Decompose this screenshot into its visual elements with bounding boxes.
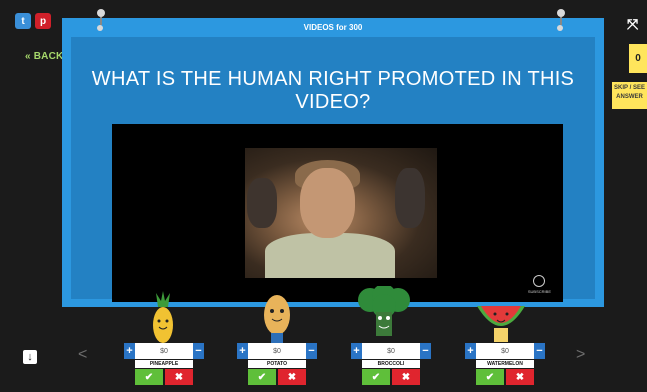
player-name: PINEAPPLE [135,360,193,368]
check-icon[interactable]: ✔ [135,369,163,385]
twitter-icon[interactable]: t [15,13,31,29]
player-panel: + $0 − PINEAPPLE ✔ ✖ [124,343,204,385]
plus-icon[interactable]: + [351,343,362,359]
plus-icon[interactable]: + [465,343,476,359]
bg-person [395,168,425,228]
cross-icon[interactable]: ✖ [506,369,534,385]
player-name: POTATO [248,360,306,368]
pinterest-icon[interactable]: p [35,13,51,29]
minus-icon[interactable]: − [420,343,431,359]
question-board: VIDEOS for 300 WHAT IS THE HUMAN RIGHT P… [62,18,604,307]
cross-icon[interactable]: ✖ [165,369,193,385]
board-panel: WHAT IS THE HUMAN RIGHT PROMOTED IN THIS… [71,37,595,302]
prev-arrow[interactable]: < [78,346,87,364]
score-badge: 0 [629,44,647,73]
double-chevron-left-icon: « [25,51,31,62]
subscribe-watermark[interactable]: SUBSCRIBE [528,275,551,294]
player-panel: + $0 − POTATO ✔ ✖ [237,343,317,385]
back-button[interactable]: «BACK [25,51,63,62]
minus-icon[interactable]: − [534,343,545,359]
check-icon[interactable]: ✔ [248,369,276,385]
boy-face [300,168,355,238]
bg-person [247,178,277,228]
plus-icon[interactable]: + [237,343,248,359]
boy-shirt [265,233,395,278]
player-money: $0 [135,343,193,359]
player-money: $0 [248,343,306,359]
watermelon-character-icon [477,306,525,342]
download-icon[interactable]: ↓ [23,350,37,364]
minus-icon[interactable]: − [306,343,317,359]
check-icon[interactable]: ✔ [362,369,390,385]
question-text: WHAT IS THE HUMAN RIGHT PROMOTED IN THIS… [91,68,575,113]
player-name: WATERMELON [476,360,534,368]
player-panel: + $0 − WATERMELON ✔ ✖ [465,343,545,385]
player-money: $0 [362,343,420,359]
check-icon[interactable]: ✔ [476,369,504,385]
expand-icon[interactable]: ⤧ [627,17,641,31]
minus-icon[interactable]: − [193,343,204,359]
video-frame [245,148,437,278]
player-money: $0 [476,343,534,359]
skip-see-answer-button[interactable]: SKIP / SEE ANSWER [612,82,647,109]
potato-character-icon [264,295,290,343]
next-arrow[interactable]: > [576,346,585,364]
lamp-icon [97,9,105,31]
player-name: BROCCOLI [362,360,420,368]
lamp-icon [557,9,565,31]
cross-icon[interactable]: ✖ [278,369,306,385]
broccoli-character-icon [358,286,410,336]
pineapple-character-icon [153,291,173,343]
video-player[interactable]: SUBSCRIBE [112,124,563,302]
board-title: VIDEOS for 300 [303,23,363,32]
channel-logo-icon [533,275,546,287]
player-panel: + $0 − BROCCOLI ✔ ✖ [351,343,431,385]
cross-icon[interactable]: ✖ [392,369,420,385]
plus-icon[interactable]: + [124,343,135,359]
